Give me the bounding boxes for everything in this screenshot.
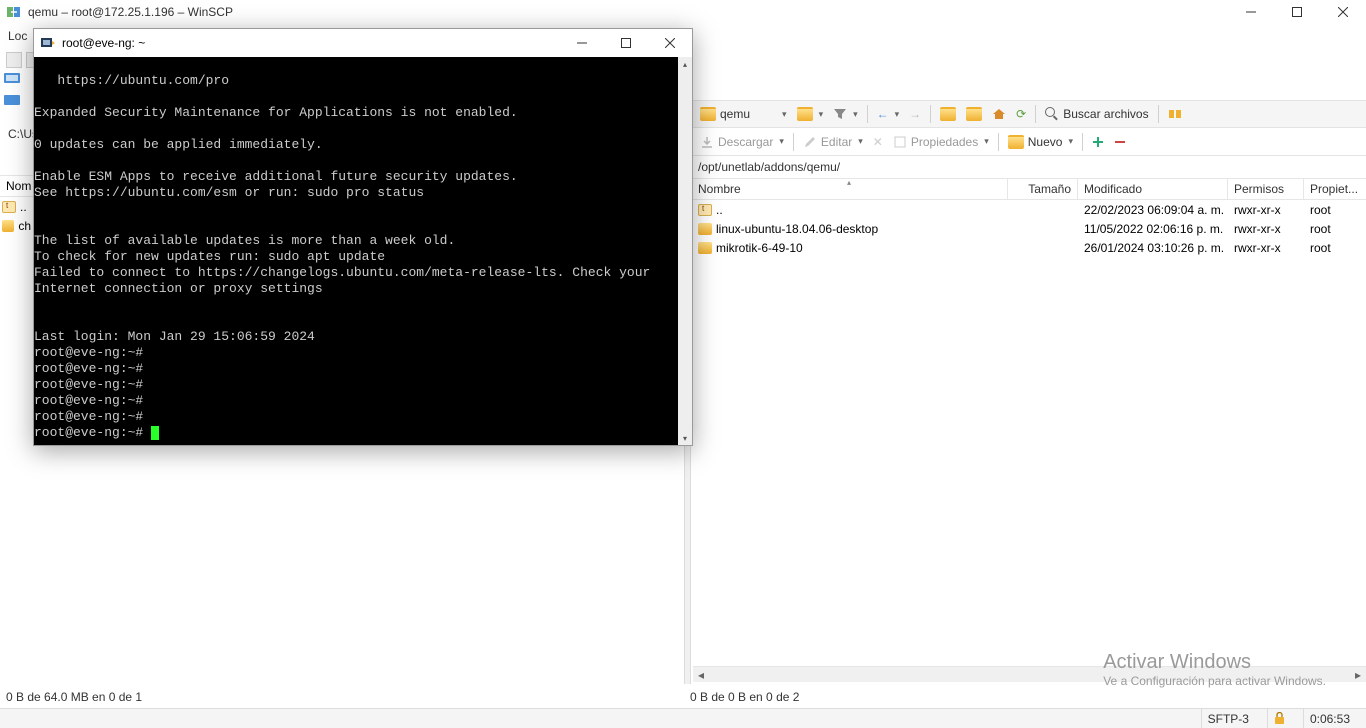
status-encryption [1267,709,1291,728]
arrow-left-icon: ← [877,107,889,121]
remote-file-list: ..22/02/2023 06:09:04 a. m.rwxr-xr-xroot… [692,200,1366,257]
arrow-right-icon: → [909,107,921,121]
folder-icon [698,242,712,254]
table-row[interactable]: mikrotik-6-49-1026/01/2024 03:10:26 p. m… [692,238,1366,257]
plus-icon [1092,136,1104,148]
parent-dir-icon [2,201,16,213]
scroll-down-icon[interactable]: ▾ [678,431,692,445]
col-modificado[interactable]: Modificado [1078,179,1228,199]
status-left: 0 B de 64.0 MB en 0 de 1 [0,688,148,706]
left-col-header[interactable]: Nom [0,175,33,197]
refresh-button[interactable]: ⟳ [1012,105,1030,123]
forward-button[interactable]: → [905,105,925,123]
winscp-icon [6,4,22,20]
terminal-scrollbar[interactable]: ▴ ▾ [678,57,692,445]
remote-nav-toolbar: qemu▾ ← → ⟳ Buscar archivos [692,100,1366,128]
terminal-close-button[interactable] [648,29,692,57]
parent-button[interactable] [936,105,960,123]
status-right: 0 B de 0 B en 0 de 2 [684,688,805,706]
folder-new-icon [1008,135,1024,149]
table-row[interactable]: ..22/02/2023 06:09:04 a. m.rwxr-xr-xroot [692,200,1366,219]
col-permisos[interactable]: Permisos [1228,179,1304,199]
drive-icon [4,72,20,84]
root-button[interactable] [962,105,986,123]
search-icon [1045,107,1059,121]
minus-icon [1114,136,1126,148]
back-button[interactable]: ← [873,105,904,123]
home-icon [992,107,1006,121]
table-row[interactable]: linux-ubuntu-18.04.06-desktop11/05/2022 … [692,219,1366,238]
filter-button[interactable] [829,105,862,123]
left-row-up[interactable]: .. [0,197,33,216]
maximize-button[interactable] [1274,0,1320,24]
parent-dir-icon [698,204,712,216]
remote-columns-header: Nombre ▴ Tamaño Modificado Permisos Prop… [692,178,1366,200]
minus-button[interactable] [1110,134,1130,150]
lock-icon [1274,712,1285,725]
delete-button: ✕ [869,133,887,151]
home-button[interactable] [988,105,1010,123]
remote-path[interactable]: /opt/unetlab/addons/qemu/ [692,156,1366,178]
folder-icon [2,220,14,232]
terminal-output[interactable]: https://ubuntu.com/pro Expanded Security… [34,57,678,445]
close-button[interactable] [1320,0,1366,24]
terminal-window: root@eve-ng: ~ https://ubuntu.com/pro Ex… [33,28,693,446]
plus-button[interactable] [1088,134,1108,150]
edit-button: Editar [799,133,867,151]
minimize-button[interactable] [1228,0,1274,24]
search-button[interactable]: Buscar archivos [1041,105,1152,123]
scroll-up-icon[interactable]: ▴ [678,57,692,71]
properties-button: Propiedades [889,133,993,151]
status-time: 0:06:53 [1303,709,1356,728]
folder-root-icon [966,107,982,121]
terminal-minimize-button[interactable] [560,29,604,57]
left-file-list-fragment: Nom .. ch [0,175,33,235]
sync-icon [1168,107,1182,121]
sort-indicator-icon: ▴ [847,178,851,187]
folder-icon [700,107,716,121]
refresh-icon: ⟳ [1016,107,1026,121]
folder-icon [698,223,712,235]
main-titlebar: qemu – root@172.25.1.196 – WinSCP [0,0,1366,24]
col-propiet[interactable]: Propiet... [1304,179,1366,199]
terminal-title: root@eve-ng: ~ [62,36,145,50]
folder-plus-icon [797,107,813,121]
disk-icon [4,94,20,106]
sync-dirs-button[interactable] [1164,105,1186,123]
x-icon: ✕ [873,135,883,149]
properties-icon [893,135,907,149]
status-protocol: SFTP-3 [1201,709,1255,728]
download-button: Descargar [696,133,788,151]
remote-hscrollbar[interactable]: ◂ ▸ [693,666,1366,682]
left-row-item[interactable]: ch [0,216,33,235]
filter-icon [833,107,847,121]
col-tamano[interactable]: Tamaño [1008,179,1078,199]
bottom-statusbar: SFTP-3 0:06:53 [0,708,1366,728]
folder-up-icon [940,107,956,121]
remote-folder-selector[interactable]: qemu▾ [696,105,791,123]
putty-icon [40,35,56,51]
download-icon [700,135,714,149]
terminal-maximize-button[interactable] [604,29,648,57]
window-title: qemu – root@172.25.1.196 – WinSCP [28,5,233,19]
scroll-left-icon[interactable]: ◂ [693,667,709,683]
scroll-right-icon[interactable]: ▸ [1350,667,1366,683]
edit-icon [803,135,817,149]
new-folder-button[interactable] [793,105,828,123]
terminal-cursor [151,426,159,440]
terminal-titlebar[interactable]: root@eve-ng: ~ [34,29,692,57]
remote-action-toolbar: Descargar Editar ✕ Propiedades Nuevo [692,128,1366,156]
new-button[interactable]: Nuevo [1004,133,1077,151]
